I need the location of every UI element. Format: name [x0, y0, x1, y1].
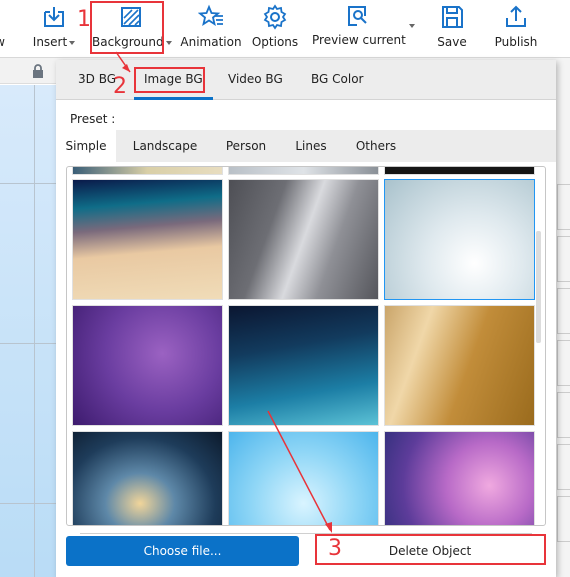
toolbar-options-button[interactable]: Options — [250, 0, 300, 58]
ghost-box — [557, 392, 570, 438]
insert-icon — [44, 7, 64, 27]
preview-dropdown-icon[interactable] — [409, 24, 415, 28]
ghost-box — [557, 236, 570, 282]
thumbnail-brushed-steel[interactable] — [228, 179, 379, 300]
tab-landscape[interactable]: Landscape — [128, 130, 202, 162]
toolbar-insert-button[interactable]: Insert — [30, 0, 78, 58]
toolbar-save-button[interactable]: Save — [432, 0, 472, 58]
grid-line — [0, 343, 56, 344]
background-panel: 3D BG Image BG Video BG BG Color Preset … — [56, 60, 556, 577]
toolbar-save-label: Save — [437, 35, 467, 49]
preset-label: Preset : — [70, 112, 116, 126]
insert-text: Insert — [32, 35, 68, 49]
thumbnail-light-blue-bokeh[interactable] — [228, 431, 379, 525]
preset-image-grid — [66, 166, 546, 526]
choose-file-button[interactable]: Choose file... — [66, 536, 299, 566]
toolbar-preview-label: Preview current — [312, 33, 406, 47]
toolbar-insert-label: Insert — [30, 35, 78, 49]
toolbar-publish-label: Publish — [494, 35, 538, 49]
tab-lines[interactable]: Lines — [290, 130, 332, 162]
thumbnail-purple-pink-glow[interactable] — [384, 431, 535, 525]
ghost-box — [557, 340, 570, 386]
tab-image-bg[interactable]: Image BG — [134, 72, 213, 100]
thumbnail-partial[interactable] — [228, 167, 379, 175]
tab-3d-bg[interactable]: 3D BG — [78, 72, 116, 86]
thumbnail-partial[interactable] — [72, 167, 223, 175]
background-text: Background — [92, 35, 164, 49]
thumbnail-brushed-gold[interactable] — [384, 305, 535, 426]
annotation-number-1: 1 — [77, 7, 91, 32]
chevron-down-icon — [69, 40, 76, 45]
toolbar-options-label: Options — [251, 35, 299, 49]
toolbar-view-label: w — [0, 35, 14, 49]
ghost-box — [557, 496, 570, 542]
toolbar-animation-button[interactable]: Animation — [180, 0, 242, 58]
thumbnail-blue-space-nebula[interactable] — [228, 305, 379, 426]
thumbnail-purple-sparkles[interactable] — [72, 305, 223, 426]
toolbar-preview-button[interactable]: Preview current — [312, 0, 406, 58]
toolbar-animation-label: Animation — [180, 35, 242, 49]
thumbnail-snowflakes[interactable] — [384, 179, 535, 300]
lock-icon[interactable] — [31, 64, 45, 78]
thumbnail-galaxy[interactable] — [72, 431, 223, 525]
tab-person[interactable]: Person — [220, 130, 272, 162]
ghost-box — [557, 288, 570, 334]
divider — [80, 533, 532, 534]
save-icon — [442, 6, 463, 28]
tab-bg-color[interactable]: BG Color — [311, 72, 363, 86]
tab-simple[interactable]: Simple — [56, 130, 116, 162]
preset-category-tabs: Simple Landscape Person Lines Others — [56, 130, 556, 162]
animation-icon — [198, 4, 223, 26]
publish-icon — [506, 5, 526, 27]
tab-others[interactable]: Others — [350, 130, 402, 162]
background-type-tabs: 3D BG Image BG Video BG BG Color — [56, 60, 556, 100]
delete-object-button[interactable]: Delete Object — [314, 536, 546, 566]
toolbar-publish-button[interactable]: Publish — [490, 0, 542, 58]
annotation-number-2: 2 — [113, 74, 127, 99]
toolbar-background-button[interactable]: Background — [92, 0, 172, 58]
grid-line — [0, 503, 56, 504]
grid-line — [0, 183, 56, 184]
ghost-box — [557, 184, 570, 230]
thumbnail-sunset-sand-gradient[interactable] — [72, 179, 223, 300]
grid-scrollbar[interactable] — [536, 231, 541, 343]
chevron-down-icon — [165, 40, 172, 45]
thumbnail-partial[interactable] — [384, 167, 535, 175]
annotation-number-3: 3 — [328, 536, 342, 561]
toolbar-view-button[interactable]: w — [0, 0, 14, 58]
ghost-box — [557, 444, 570, 490]
toolbar-background-label: Background — [92, 35, 172, 49]
background-icon — [121, 7, 141, 27]
preview-icon — [348, 6, 367, 26]
tab-video-bg[interactable]: Video BG — [228, 72, 283, 86]
gear-icon — [263, 4, 287, 30]
view-icon — [0, 4, 13, 30]
